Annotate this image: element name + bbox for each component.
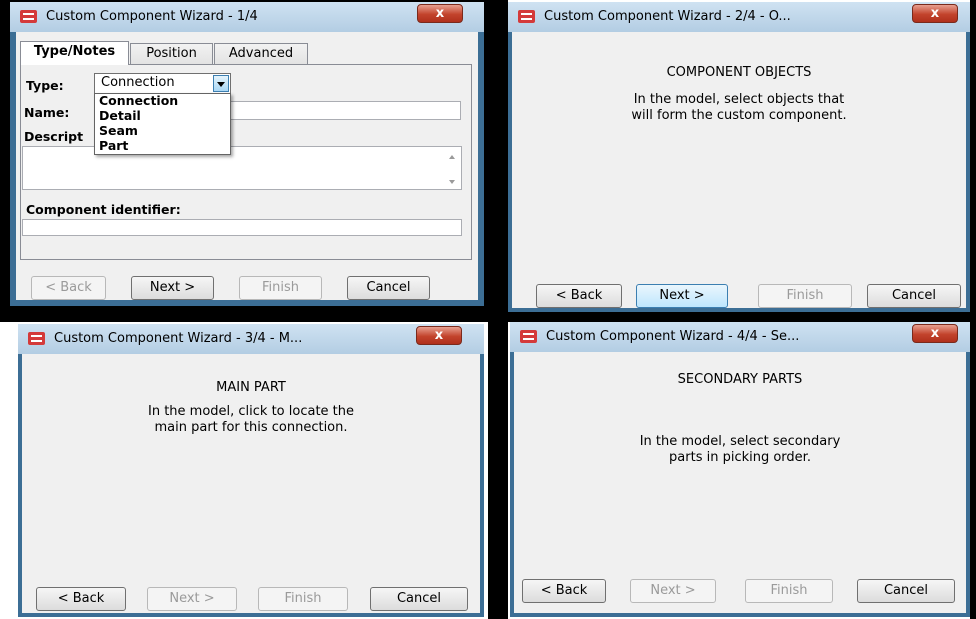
frame-right-divider [488,0,508,619]
next-button[interactable]: Next > [636,284,728,308]
title-bar[interactable]: Custom Component Wizard - 2/4 - O... x [508,2,970,32]
scroll-up-icon[interactable] [449,155,455,159]
type-option-connection[interactable]: Connection [95,94,230,109]
window-client: COMPONENT OBJECTS In the model, select o… [512,32,966,308]
wizard-window-step-4: Custom Component Wizard - 4/4 - Se... x … [510,322,970,617]
finish-button[interactable]: Finish [258,587,348,611]
app-icon [520,330,537,343]
step-heading: COMPONENT OBJECTS [666,65,812,80]
back-button[interactable]: < Back [31,276,106,300]
scroll-down-icon[interactable] [449,180,455,184]
type-select[interactable]: Connection [94,73,231,94]
description-label: Descript [24,129,84,144]
window-title: Custom Component Wizard - 1/4 [46,9,258,24]
instruction-line-2: parts in picking order. [669,450,811,465]
title-bar[interactable]: Custom Component Wizard - 1/4 x [10,2,484,32]
window-title: Custom Component Wizard - 3/4 - M... [54,331,303,346]
finish-button[interactable]: Finish [745,579,833,603]
chevron-down-icon[interactable] [213,75,229,92]
type-option-part[interactable]: Part [95,139,230,154]
next-button[interactable]: Next > [147,587,237,611]
instruction-line-1: In the model, click to locate the [147,404,355,419]
wizard-window-step-1: Custom Component Wizard - 1/4 x Type/Not… [10,2,484,306]
description-field[interactable] [22,146,462,190]
component-identifier-label: Component identifier: [26,202,181,217]
close-button[interactable]: x [912,324,958,343]
app-icon [20,10,37,23]
tab-type-notes[interactable]: Type/Notes [20,41,129,65]
back-button[interactable]: < Back [536,284,622,308]
wizard-window-step-2: Custom Component Wizard - 2/4 - O... x C… [508,2,970,312]
back-button[interactable]: < Back [36,587,126,611]
window-title: Custom Component Wizard - 4/4 - Se... [546,329,800,344]
frame-right-edge [970,0,976,619]
name-label: Name: [24,105,70,120]
tab-panel-type-notes: Type: Connection Connection Detail Seam … [20,64,472,260]
type-select-value: Connection [101,75,175,90]
window-title: Custom Component Wizard - 2/4 - O... [544,9,791,24]
cancel-button[interactable]: Cancel [347,276,430,300]
next-button[interactable]: Next > [131,276,214,300]
type-label: Type: [26,78,64,93]
tab-advanced[interactable]: Advanced [214,43,308,64]
app-icon [518,10,535,23]
cancel-button[interactable]: Cancel [857,579,955,603]
back-button[interactable]: < Back [522,579,606,603]
window-client: SECONDARY PARTS In the model, select sec… [514,352,966,613]
tab-position[interactable]: Position [130,43,213,64]
cancel-button[interactable]: Cancel [867,284,961,308]
finish-button[interactable]: Finish [239,276,322,300]
instruction-line-2: main part for this connection. [154,420,348,435]
name-field[interactable] [221,101,461,120]
title-bar[interactable]: Custom Component Wizard - 4/4 - Se... x [510,322,970,352]
type-option-detail[interactable]: Detail [95,109,230,124]
window-client: Type/Notes Position Advanced Type: Conne… [16,32,478,300]
instruction-line-2: will form the custom component. [631,108,847,123]
wizard-window-step-3: Custom Component Wizard - 3/4 - M... x M… [18,324,484,617]
close-button[interactable]: x [416,326,462,345]
finish-button[interactable]: Finish [758,284,852,308]
type-dropdown-list: Connection Detail Seam Part [94,93,231,155]
window-client: MAIN PART In the model, click to locate … [22,354,480,613]
step-heading: SECONDARY PARTS [677,372,803,387]
instruction-line-1: In the model, select objects that [633,92,845,107]
next-button[interactable]: Next > [630,579,716,603]
close-button[interactable]: x [912,4,958,23]
step-heading: MAIN PART [216,380,286,395]
instruction-line-1: In the model, select secondary [639,434,841,449]
title-bar[interactable]: Custom Component Wizard - 3/4 - M... x [18,324,484,354]
type-option-seam[interactable]: Seam [95,124,230,139]
cancel-button[interactable]: Cancel [370,587,468,611]
component-identifier-field[interactable] [22,219,462,236]
app-icon [28,332,45,345]
close-button[interactable]: x [417,4,463,23]
